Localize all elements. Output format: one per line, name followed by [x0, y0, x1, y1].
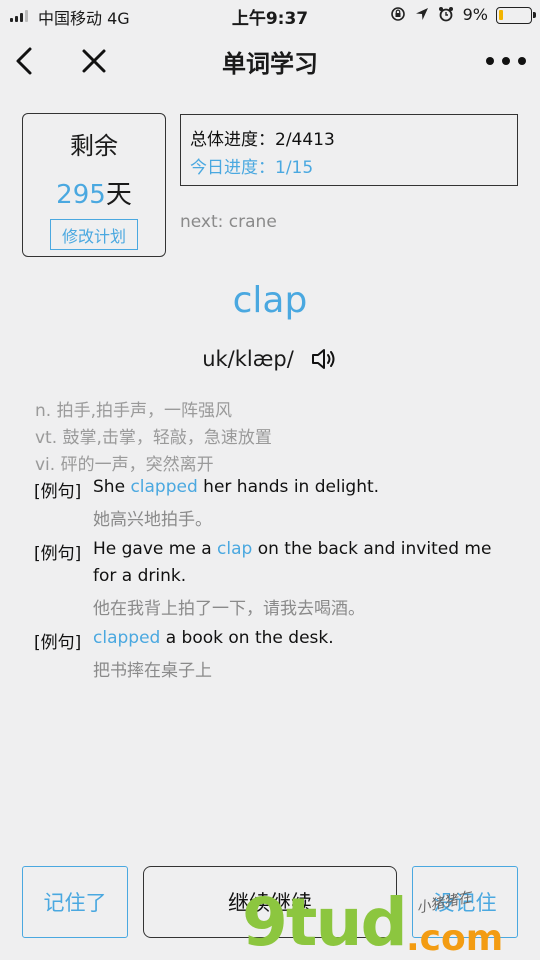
alarm-icon: [439, 7, 453, 22]
example-tag: [例句]: [34, 633, 82, 653]
today-progress: 今日进度：1/15: [190, 158, 314, 178]
speaker-icon[interactable]: [310, 346, 338, 372]
total-progress: 总体进度：2/4413: [190, 130, 335, 150]
example-highlight: clap: [217, 539, 253, 559]
headword: clap: [232, 280, 308, 321]
example-translation: 他在我背上拍了一下，请我去喝酒。: [93, 599, 365, 619]
example-tag: [例句]: [34, 544, 82, 564]
status-bar: 中国移动 4G 上午9:37 9%: [0, 0, 540, 30]
remaining-days: 295天: [23, 174, 165, 211]
example-sentence: clapped a book on the desk.: [93, 625, 513, 652]
progress-box: 总体进度：2/4413 今日进度：1/15: [180, 114, 518, 186]
example-text: her hands in delight.: [197, 477, 380, 497]
page-title: 单词学习: [222, 50, 318, 78]
example-highlight: clapped: [130, 477, 198, 497]
example-text: She: [93, 477, 131, 497]
more-button[interactable]: [486, 50, 526, 72]
example-highlight: clapped: [93, 628, 161, 648]
next-word: next: crane: [180, 212, 277, 232]
example-translation: 把书摔在桌子上: [93, 661, 212, 681]
remembered-button[interactable]: 记住了: [22, 866, 128, 938]
remaining-days-number: 295: [56, 180, 106, 210]
status-icons: [390, 6, 454, 22]
example-tag: [例句]: [34, 482, 82, 502]
more-dots-icon: [486, 57, 494, 65]
phonetic: uk/klæp/: [202, 347, 294, 371]
example-sentence: She clapped her hands in delight.: [93, 474, 513, 501]
example-translation: 她高兴地拍手。: [93, 510, 212, 530]
remaining-label: 剩余: [70, 132, 118, 160]
clock: 上午9:37: [231, 9, 309, 29]
modify-plan-button[interactable]: 修改计划: [50, 219, 138, 250]
remaining-days-card: 剩余 295天 修改计划: [22, 113, 166, 257]
example-text: a book on the desk.: [160, 628, 334, 648]
continue-button[interactable]: 继续继续: [143, 866, 397, 938]
definition-vt: vt. 鼓掌,击掌，轻敲，急速放置: [35, 428, 272, 448]
definition-vi: vi. 砰的一声，突然离开: [35, 455, 214, 475]
location-arrow-icon: [416, 8, 428, 20]
phonetic-row: uk/klæp/: [0, 346, 540, 372]
example-text: He gave me a: [93, 539, 218, 559]
not-remembered-button[interactable]: 没记住: [412, 866, 518, 938]
battery-percentage: 9%: [462, 5, 488, 24]
days-unit: 天: [105, 180, 132, 210]
lock-rotation-icon: [391, 7, 405, 21]
example-sentence: He gave me a clap on the back and invite…: [93, 536, 513, 590]
battery-icon: [496, 7, 536, 24]
definition-noun: n. 拍手,拍手声，一阵强风: [35, 401, 232, 421]
